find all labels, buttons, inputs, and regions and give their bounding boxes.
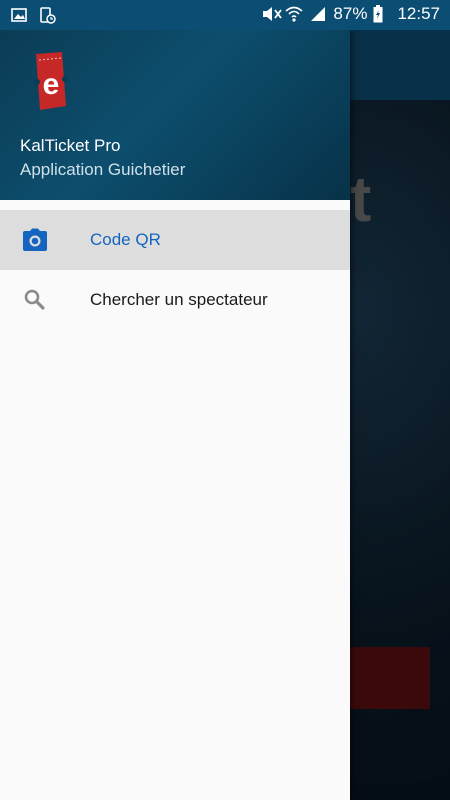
svg-text:e: e <box>43 68 60 101</box>
status-bar: 87% 12:57 <box>0 0 450 30</box>
battery-percent: 87% <box>333 4 368 23</box>
wifi-icon <box>285 5 303 23</box>
app-logo: e <box>30 52 68 110</box>
menu-item-label: Chercher un spectateur <box>90 290 268 309</box>
navigation-drawer: e KalTicket Pro Application Guichetier C… <box>0 30 350 800</box>
battery-icon <box>373 5 391 23</box>
device-schedule-icon <box>38 6 56 24</box>
app-name: KalTicket Pro <box>20 136 121 155</box>
signal-icon <box>309 5 327 23</box>
menu-item-search-spectator[interactable]: Chercher un spectateur <box>0 270 350 330</box>
app-subtitle: Application Guichetier <box>20 160 186 179</box>
camera-icon <box>22 228 48 252</box>
mute-icon <box>261 5 283 23</box>
search-icon <box>22 288 48 312</box>
gallery-notification-icon <box>10 6 28 24</box>
menu-item-label: Code QR <box>90 230 161 249</box>
drawer-menu: Code QR Chercher un spectateur <box>0 210 350 330</box>
menu-item-code-qr[interactable]: Code QR <box>0 210 350 270</box>
clock: 12:57 <box>397 4 440 23</box>
drawer-header: e KalTicket Pro Application Guichetier <box>0 30 350 200</box>
